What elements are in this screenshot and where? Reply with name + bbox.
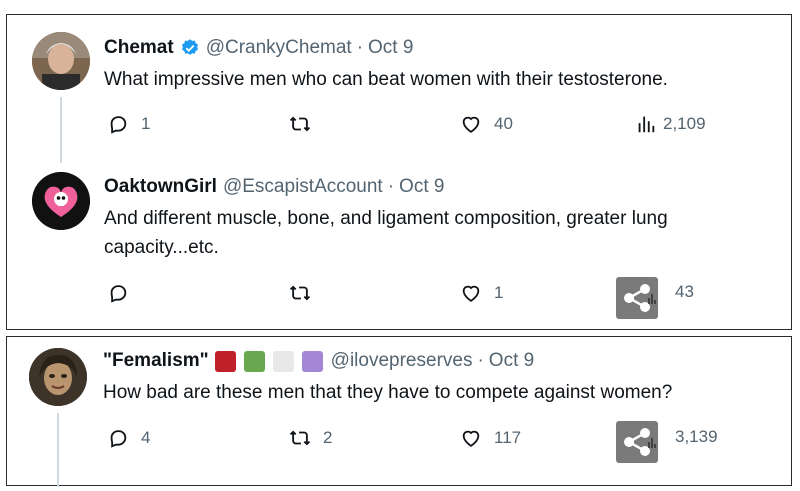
like-icon	[462, 430, 480, 447]
tweet-panel: "Femalism" @ilovepreserves · Oct 9 How b…	[6, 336, 792, 487]
like-count: 117	[494, 428, 522, 447]
retweet-count: 2	[323, 428, 333, 447]
share-icon	[624, 428, 656, 456]
thread-connector	[57, 413, 59, 487]
reply-icon	[110, 430, 127, 448]
reply-button[interactable]: 4	[107, 427, 150, 449]
like-icon	[462, 116, 480, 133]
retweet-button[interactable]	[289, 282, 311, 304]
share-icon	[624, 284, 656, 312]
reply-icon	[110, 116, 127, 134]
reply-button[interactable]: 1	[107, 113, 150, 135]
reply-button[interactable]	[107, 282, 129, 304]
avatar-oaktowngirl[interactable]	[32, 172, 90, 230]
retweet-button[interactable]	[289, 113, 311, 135]
thread-panel: Chemat @CrankyChemat · Oct 9 What impres…	[6, 14, 792, 330]
separator-dot: ·	[477, 350, 484, 371]
tweet-text-line1: And different muscle, bone, and ligament…	[104, 208, 668, 229]
like-icon	[462, 285, 480, 302]
tweet-header: Chemat @CrankyChemat · Oct 9	[104, 37, 413, 59]
views-count: 2,109	[663, 114, 706, 133]
views-count: 3,139	[675, 427, 718, 446]
retweet-icon	[289, 116, 311, 132]
green-square-emoji	[243, 350, 265, 372]
white-square-emoji	[272, 350, 294, 372]
tweet-header: "Femalism" @ilovepreserves · Oct 9	[103, 350, 534, 372]
handle[interactable]: @ilovepreserves	[331, 350, 473, 372]
share-button[interactable]	[616, 277, 658, 319]
separator-dot: ·	[387, 176, 395, 197]
tweet-text: How bad are these men that they have to …	[103, 382, 673, 403]
reply-count: 4	[141, 428, 151, 447]
handle[interactable]: @CrankyChemat	[206, 37, 352, 59]
handle[interactable]: @EscapistAccount	[223, 176, 383, 198]
like-button[interactable]: 1	[460, 282, 503, 304]
views-count: 43	[675, 282, 694, 301]
tweet-text: What impressive men who can beat women w…	[104, 69, 668, 90]
like-count: 40	[494, 114, 513, 133]
display-name[interactable]: Chemat	[104, 37, 174, 59]
display-name[interactable]: OaktownGirl	[104, 176, 217, 198]
share-button[interactable]	[616, 421, 658, 463]
timestamp[interactable]: Oct 9	[399, 176, 444, 198]
display-name[interactable]: "Femalism"	[103, 350, 209, 372]
avatar-chemat[interactable]	[32, 32, 90, 90]
reply-count: 1	[141, 114, 151, 133]
views-button[interactable]: 2,109	[635, 113, 706, 135]
retweet-button[interactable]: 2	[289, 427, 332, 449]
like-count: 1	[494, 283, 504, 302]
purple-square-emoji	[301, 350, 323, 372]
timestamp[interactable]: Oct 9	[489, 350, 534, 372]
views-button[interactable]: 3,139	[667, 427, 718, 447]
separator-dot: ·	[356, 37, 364, 58]
reply-icon	[110, 285, 127, 303]
like-button[interactable]: 117	[460, 427, 521, 449]
tweet-header: OaktownGirl @EscapistAccount · Oct 9	[104, 176, 444, 198]
red-square-emoji	[214, 350, 236, 372]
retweet-icon	[289, 285, 311, 301]
timestamp[interactable]: Oct 9	[368, 37, 413, 59]
thread-connector	[60, 97, 62, 163]
retweet-icon	[289, 430, 311, 446]
like-button[interactable]: 40	[460, 113, 513, 135]
avatar-femalism[interactable]	[29, 348, 87, 406]
verified-icon	[180, 38, 200, 58]
tweet-text-line2: capacity...etc.	[104, 237, 219, 258]
views-button[interactable]: 43	[667, 282, 694, 302]
views-icon	[638, 116, 655, 133]
